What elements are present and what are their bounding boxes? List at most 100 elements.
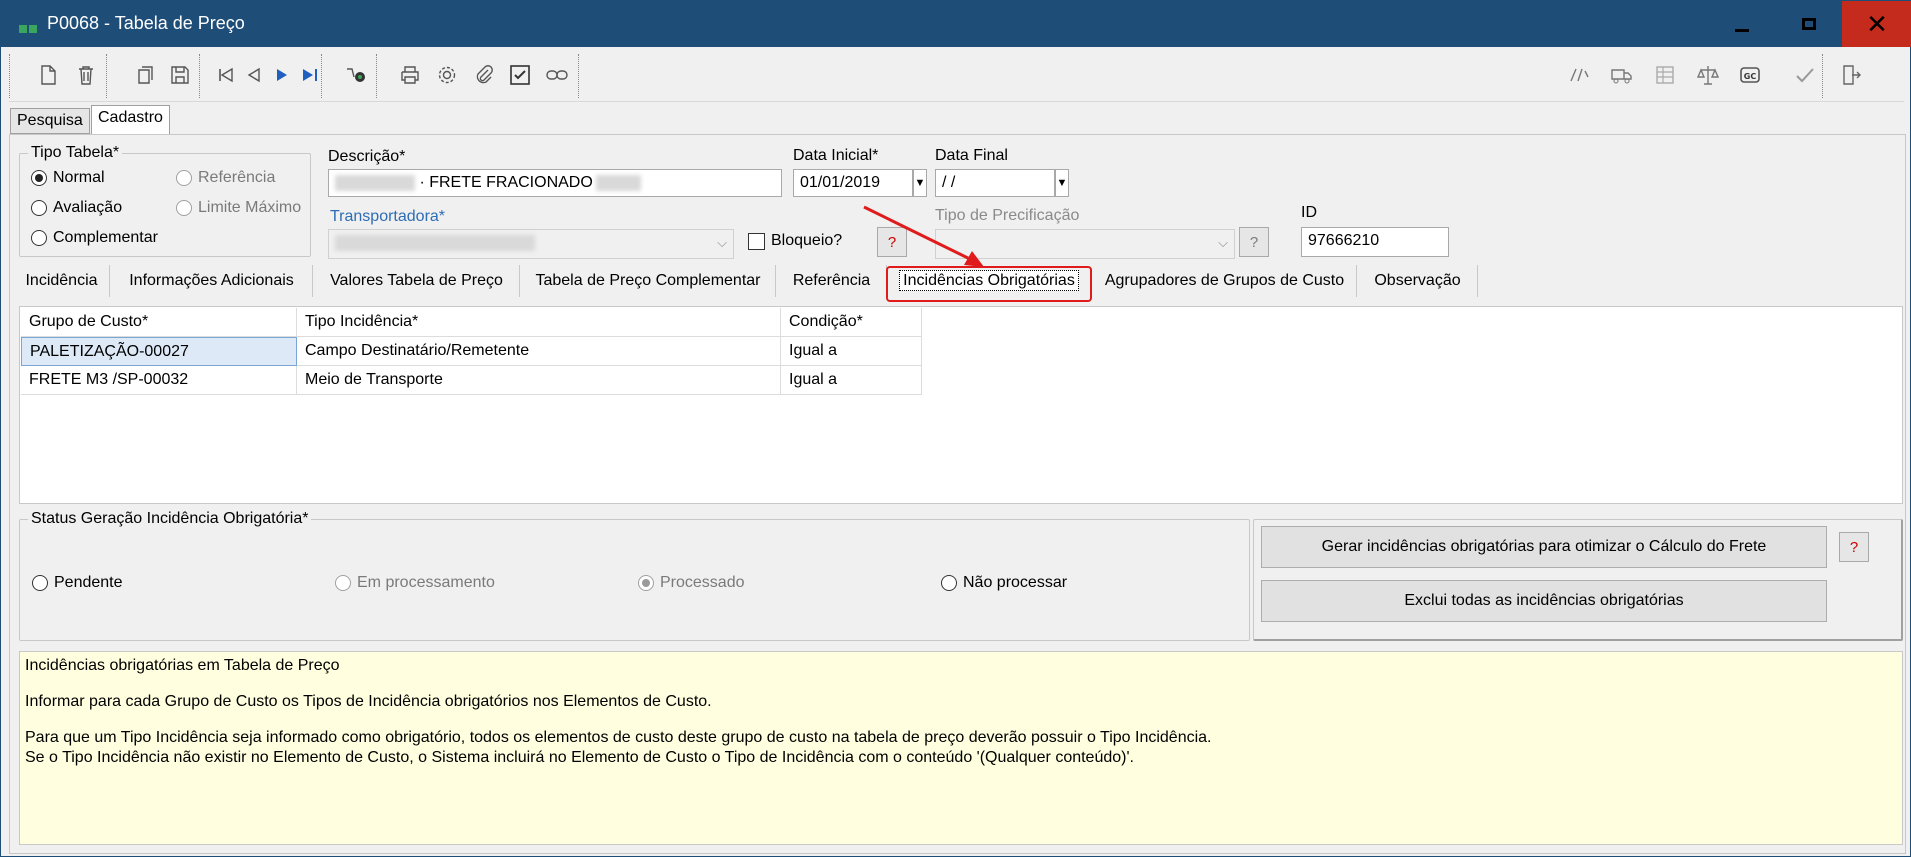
- check-square-icon: [510, 65, 530, 85]
- info-line: Informar para cada Grupo de Custo os Tip…: [25, 693, 712, 710]
- grid-cell-grupo-custo[interactable]: FRETE M3 /SP-00032: [21, 366, 297, 395]
- approve-button[interactable]: [1788, 58, 1822, 92]
- info-panel: Incidências obrigatórias em Tabela de Pr…: [19, 651, 1903, 845]
- tipo-precificacao-help-button[interactable]: ?: [1239, 227, 1269, 257]
- prev-icon: [247, 67, 260, 83]
- radio-pendente[interactable]: Pendente: [32, 574, 123, 592]
- toolbar: GC: [9, 48, 1904, 102]
- minimize-icon: [1735, 28, 1749, 32]
- grid-cell-grupo-custo[interactable]: PALETIZAÇÃO-00027: [21, 337, 297, 366]
- subtab-agrupadores-grupos-custo[interactable]: Agrupadores de Grupos de Custo: [1093, 265, 1357, 297]
- maximize-icon: [1802, 18, 1816, 30]
- tab-pesquisa[interactable]: Pesquisa: [10, 108, 90, 134]
- subtab-informacoes-adicionais[interactable]: Informações Adicionais: [111, 265, 313, 297]
- redacted-text: [595, 174, 641, 191]
- subtab-observacao[interactable]: Observação: [1358, 265, 1478, 297]
- grid-header-tipo-incidencia[interactable]: Tipo Incidência*: [297, 308, 781, 337]
- minimize-button[interactable]: [1707, 1, 1777, 47]
- grid-header-grupo-custo[interactable]: Grupo de Custo*: [21, 308, 297, 337]
- link-button[interactable]: [540, 58, 574, 92]
- status-geracao-legend: Status Geração Incidência Obrigatória*: [28, 510, 312, 528]
- copy-icon: [138, 66, 153, 84]
- save-icon: [171, 66, 189, 84]
- settings-button[interactable]: [430, 58, 464, 92]
- radio-complementar[interactable]: Complementar: [31, 229, 158, 247]
- tipo-tabela-legend: Tipo Tabela*: [28, 144, 123, 162]
- annotation-arrow: [863, 205, 984, 267]
- radio-referencia: Referência: [176, 169, 275, 187]
- incidencias-grid: Grupo de Custo* Tipo Incidência* Condiçã…: [19, 306, 1903, 504]
- toolbar-separator: [376, 54, 378, 98]
- data-inicial-input[interactable]: 01/01/2019: [793, 169, 913, 197]
- subtab-valores-tabela-preco[interactable]: Valores Tabela de Preço: [314, 265, 520, 297]
- search-binoculars-icon: [347, 68, 365, 82]
- save-button[interactable]: [163, 58, 197, 92]
- chevron-down-icon: ⌵: [717, 235, 727, 250]
- toolbar-separator: [9, 54, 11, 98]
- radio-em-processamento: Em processamento: [335, 574, 495, 592]
- gerar-incidencias-button[interactable]: Gerar incidências obrigatórias para otim…: [1261, 526, 1827, 568]
- print-button[interactable]: [393, 58, 427, 92]
- last-icon: [303, 69, 317, 81]
- data-inicial-label: Data Inicial*: [793, 147, 879, 164]
- bloqueio-checkbox[interactable]: Bloqueio?: [748, 232, 842, 250]
- id-input[interactable]: 97666210: [1301, 227, 1449, 257]
- maximize-button[interactable]: [1774, 1, 1844, 47]
- redacted-text: [335, 234, 535, 251]
- question-icon: ?: [1849, 538, 1859, 556]
- gear-icon: [438, 66, 456, 84]
- window: P0068 - Tabela de Preço ✕ GC Pesquisa Ca…: [0, 0, 1911, 857]
- data-final-label: Data Final: [935, 147, 1008, 164]
- grid-cell-condicao[interactable]: Igual a: [781, 337, 922, 366]
- delete-button[interactable]: [69, 58, 103, 92]
- regex-button[interactable]: [1562, 58, 1596, 92]
- grid-cell-condicao[interactable]: Igual a: [781, 366, 922, 395]
- exit-button[interactable]: [1834, 58, 1868, 92]
- tab-cadastro[interactable]: Cadastro: [91, 105, 170, 135]
- next-icon: [277, 69, 287, 81]
- window-title: P0068 - Tabela de Preço: [47, 13, 245, 33]
- search-button[interactable]: [339, 58, 373, 92]
- descricao-label: Descrição*: [328, 148, 406, 165]
- id-label: ID: [1301, 204, 1317, 221]
- radio-processado: Processado: [638, 574, 745, 592]
- truck-icon: [1611, 69, 1632, 84]
- first-icon: [219, 67, 233, 83]
- toolbar-separator: [321, 54, 323, 98]
- descricao-input[interactable]: · FRETE FRACIONADO: [328, 169, 782, 197]
- info-line: Se o Tipo Incidência não existir no Elem…: [25, 749, 1134, 766]
- radio-limite-maximo: Limite Máximo: [176, 199, 301, 217]
- exit-icon: [1843, 65, 1861, 85]
- svg-text:GC: GC: [1744, 72, 1757, 81]
- app-icon: [19, 20, 39, 33]
- spreadsheet-button[interactable]: [1648, 58, 1682, 92]
- radio-avaliacao[interactable]: Avaliação: [31, 199, 122, 217]
- new-button[interactable]: [31, 58, 65, 92]
- redacted-text: [335, 174, 415, 191]
- data-inicial-dropdown[interactable]: ▼: [913, 169, 927, 197]
- grid-header-condicao[interactable]: Condição*: [781, 308, 922, 337]
- copy-button[interactable]: [127, 58, 161, 92]
- info-line: Para que um Tipo Incidência seja informa…: [25, 729, 1212, 746]
- radio-nao-processar[interactable]: Não processar: [941, 574, 1067, 592]
- data-final-input[interactable]: / /: [935, 169, 1055, 197]
- toolbar-separator: [1822, 54, 1824, 98]
- radio-normal[interactable]: Normal: [31, 169, 105, 187]
- subtab-incidencia[interactable]: Incidência: [14, 265, 110, 297]
- subtab-tabela-preco-complementar[interactable]: Tabela de Preço Complementar: [521, 265, 776, 297]
- spreadsheet-icon: [1656, 66, 1674, 84]
- gerar-help-button[interactable]: ?: [1839, 532, 1869, 562]
- grid-cell-tipo-incidencia[interactable]: Campo Destinatário/Remetente: [297, 337, 781, 366]
- transport-button[interactable]: [1605, 58, 1639, 92]
- excluir-incidencias-button[interactable]: Exclui todas as incidências obrigatórias: [1261, 580, 1827, 622]
- trash-icon: [79, 66, 93, 85]
- scale-button[interactable]: [1691, 58, 1725, 92]
- data-final-dropdown[interactable]: ▼: [1055, 169, 1069, 197]
- close-button[interactable]: ✕: [1842, 1, 1911, 47]
- grid-cell-tipo-incidencia[interactable]: Meio de Transporte: [297, 366, 781, 395]
- transportadora-select: ⌵: [328, 229, 734, 259]
- chevron-down-icon: ⌵: [1218, 235, 1228, 250]
- gc-button[interactable]: GC: [1733, 58, 1767, 92]
- attach-button[interactable]: [467, 58, 501, 92]
- confirm-button[interactable]: [503, 58, 537, 92]
